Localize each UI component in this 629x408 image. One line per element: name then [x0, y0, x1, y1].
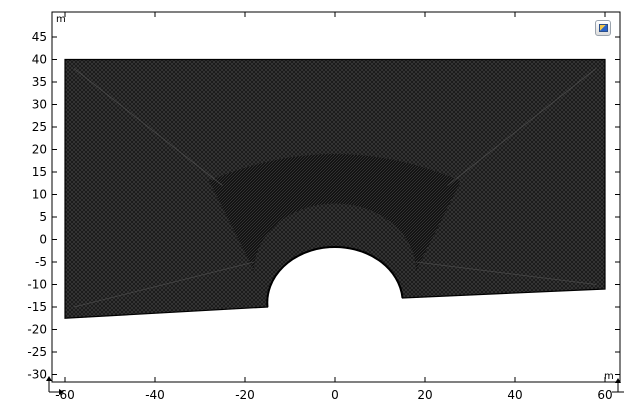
x-tick-label: 40 — [507, 388, 522, 402]
y-tick-label: -5 — [35, 255, 47, 269]
y-tick-label: -30 — [27, 368, 47, 382]
y-tick-label: 40 — [32, 53, 47, 67]
y-tick-label: 10 — [32, 188, 47, 202]
mesh-domain — [64, 58, 606, 319]
x-tick-label: 0 — [331, 388, 339, 402]
x-tick-label: -40 — [145, 388, 165, 402]
x-tick-label: -20 — [235, 388, 255, 402]
graphics-toolbar-icon-glyph — [599, 24, 608, 32]
y-tick-label: 25 — [32, 120, 47, 134]
y-tick-label: 45 — [32, 30, 47, 44]
axis-triad-right — [612, 378, 624, 393]
x-tick-label: -60 — [55, 388, 75, 402]
x-tick-label: 60 — [597, 388, 612, 402]
y-tick-label: 20 — [32, 143, 47, 157]
y-tick-label: 15 — [32, 165, 47, 179]
y-tick-label: 5 — [39, 210, 47, 224]
y-tick-label: -20 — [27, 323, 47, 337]
y-tick-label: 35 — [32, 75, 47, 89]
x-unit-label: m — [604, 371, 614, 382]
x-tick-label: 20 — [417, 388, 432, 402]
y-tick-label: -10 — [27, 278, 47, 292]
axis-triad — [46, 376, 64, 395]
y-tick-label: 30 — [32, 98, 47, 112]
y-tick-label: -25 — [27, 345, 47, 359]
mesh-plot[interactable]: -60 -40 -20 0 20 40 60 45 40 35 30 25 20 15 10 5 0 -5 -10… — [0, 0, 629, 408]
y-unit-label: m — [56, 14, 66, 25]
graphics-toolbar-icon[interactable] — [595, 20, 611, 36]
y-tick-label: 0 — [39, 233, 47, 247]
y-tick-label: -15 — [27, 300, 47, 314]
